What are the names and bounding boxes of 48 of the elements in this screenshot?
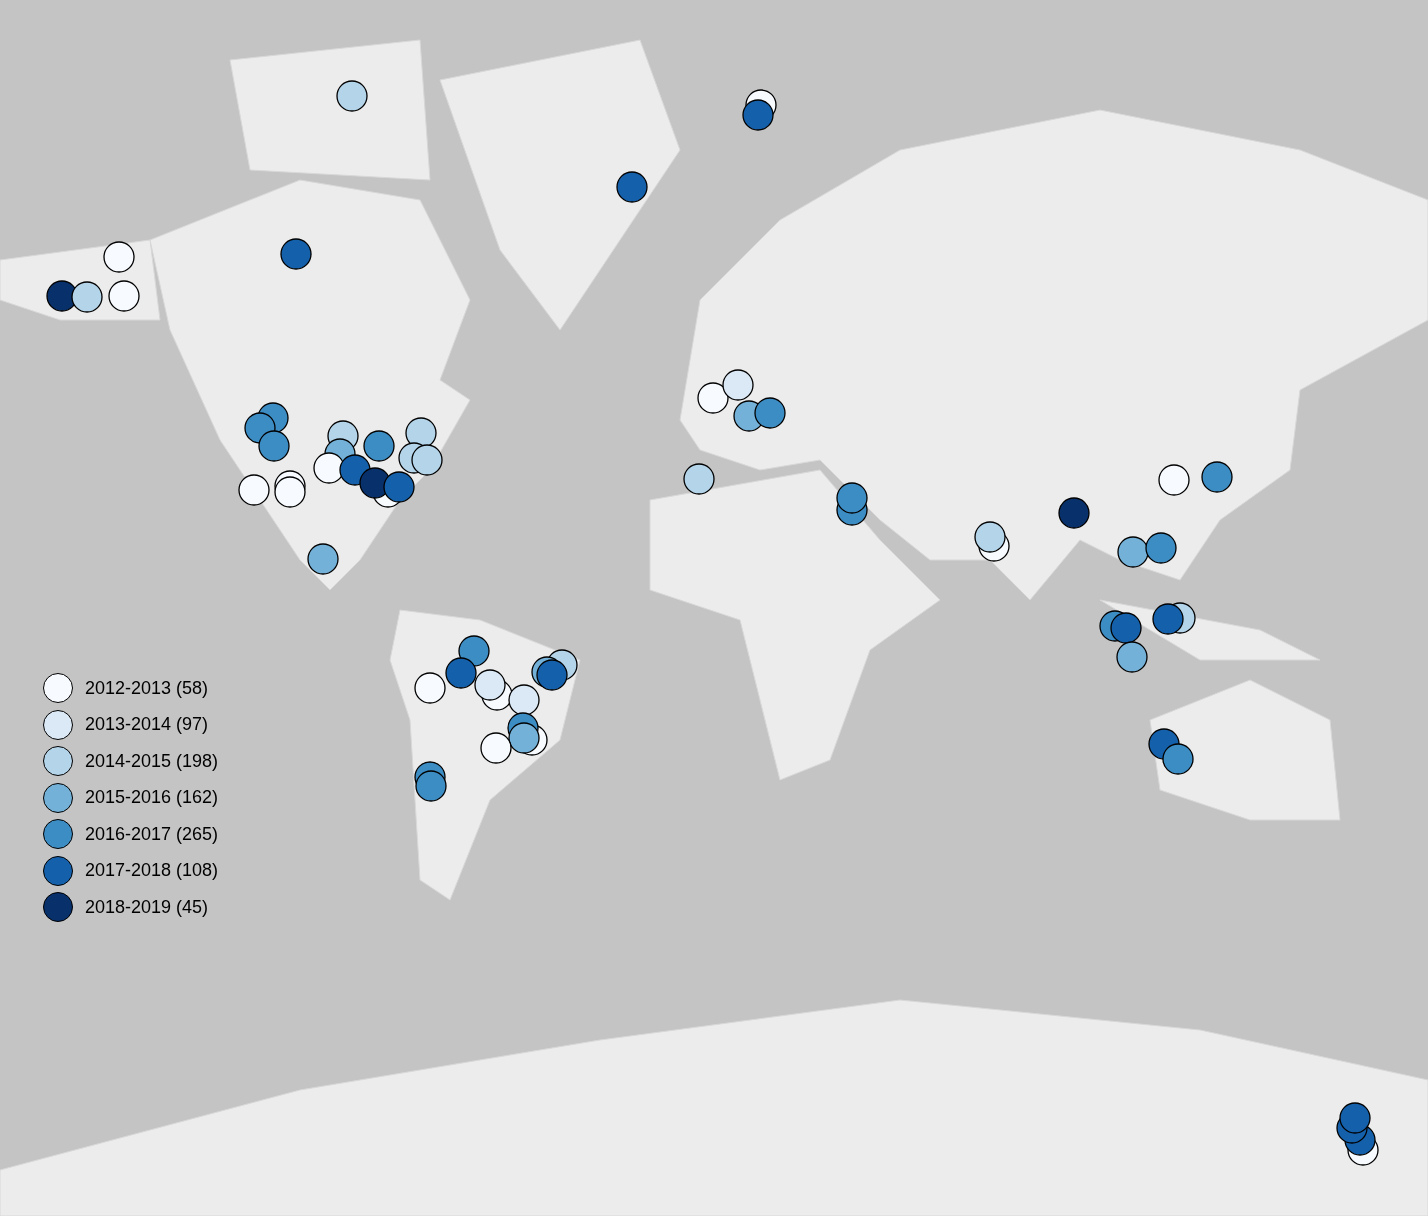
map-marker[interactable] (508, 684, 540, 716)
map-marker[interactable] (722, 369, 754, 401)
map-marker[interactable] (508, 722, 540, 754)
map-marker[interactable] (383, 471, 415, 503)
map-marker[interactable] (1152, 603, 1184, 635)
map-marker[interactable] (1158, 464, 1190, 496)
map-marker[interactable] (754, 397, 786, 429)
map-marker[interactable] (697, 382, 729, 414)
map-marker[interactable] (414, 672, 446, 704)
legend-label: 2016-2017 (265) (85, 823, 219, 845)
legend-label: 2015-2016 (162) (85, 787, 219, 808)
map-marker[interactable] (1339, 1102, 1371, 1134)
map-marker[interactable] (103, 241, 135, 273)
map-marker[interactable] (307, 543, 339, 575)
map-marker[interactable] (280, 238, 312, 270)
map-marker[interactable] (1117, 536, 1149, 568)
legend-label: 2013-2014 (97) (85, 714, 209, 735)
map-marker[interactable] (238, 474, 270, 506)
map-marker[interactable] (458, 635, 490, 667)
map-marker[interactable] (108, 280, 140, 312)
map-marker[interactable] (363, 430, 395, 462)
map-marker[interactable] (480, 732, 512, 764)
map-marker[interactable] (1162, 743, 1194, 775)
map-marker[interactable] (71, 281, 103, 313)
map-marker[interactable] (616, 171, 648, 203)
map-marker[interactable] (974, 521, 1006, 553)
legend-label: 2014-2015 (198) (85, 750, 219, 772)
map-marker[interactable] (411, 444, 443, 476)
map-marker[interactable] (1201, 461, 1233, 493)
map-marker[interactable] (683, 463, 715, 495)
map-marker[interactable] (474, 669, 506, 701)
map-marker[interactable] (1116, 641, 1148, 673)
map-marker[interactable] (313, 452, 345, 484)
map-marker[interactable] (742, 99, 774, 131)
map-marker[interactable] (46, 280, 78, 312)
map-marker[interactable] (836, 482, 868, 514)
legend-label: 2017-2018 (108) (85, 860, 219, 881)
map-marker[interactable] (1145, 532, 1177, 564)
map-marker[interactable] (1110, 612, 1142, 644)
map-marker[interactable] (1058, 497, 1090, 529)
map-marker[interactable] (415, 770, 447, 802)
map-marker[interactable] (536, 659, 568, 691)
map-marker[interactable] (336, 80, 368, 112)
map-marker[interactable] (258, 430, 290, 462)
map-marker[interactable] (445, 657, 477, 689)
legend-label: 2018-2019 (45) (85, 896, 209, 918)
map-marker[interactable] (274, 476, 306, 508)
legend-label: 2012-2013 (58) (85, 677, 209, 699)
